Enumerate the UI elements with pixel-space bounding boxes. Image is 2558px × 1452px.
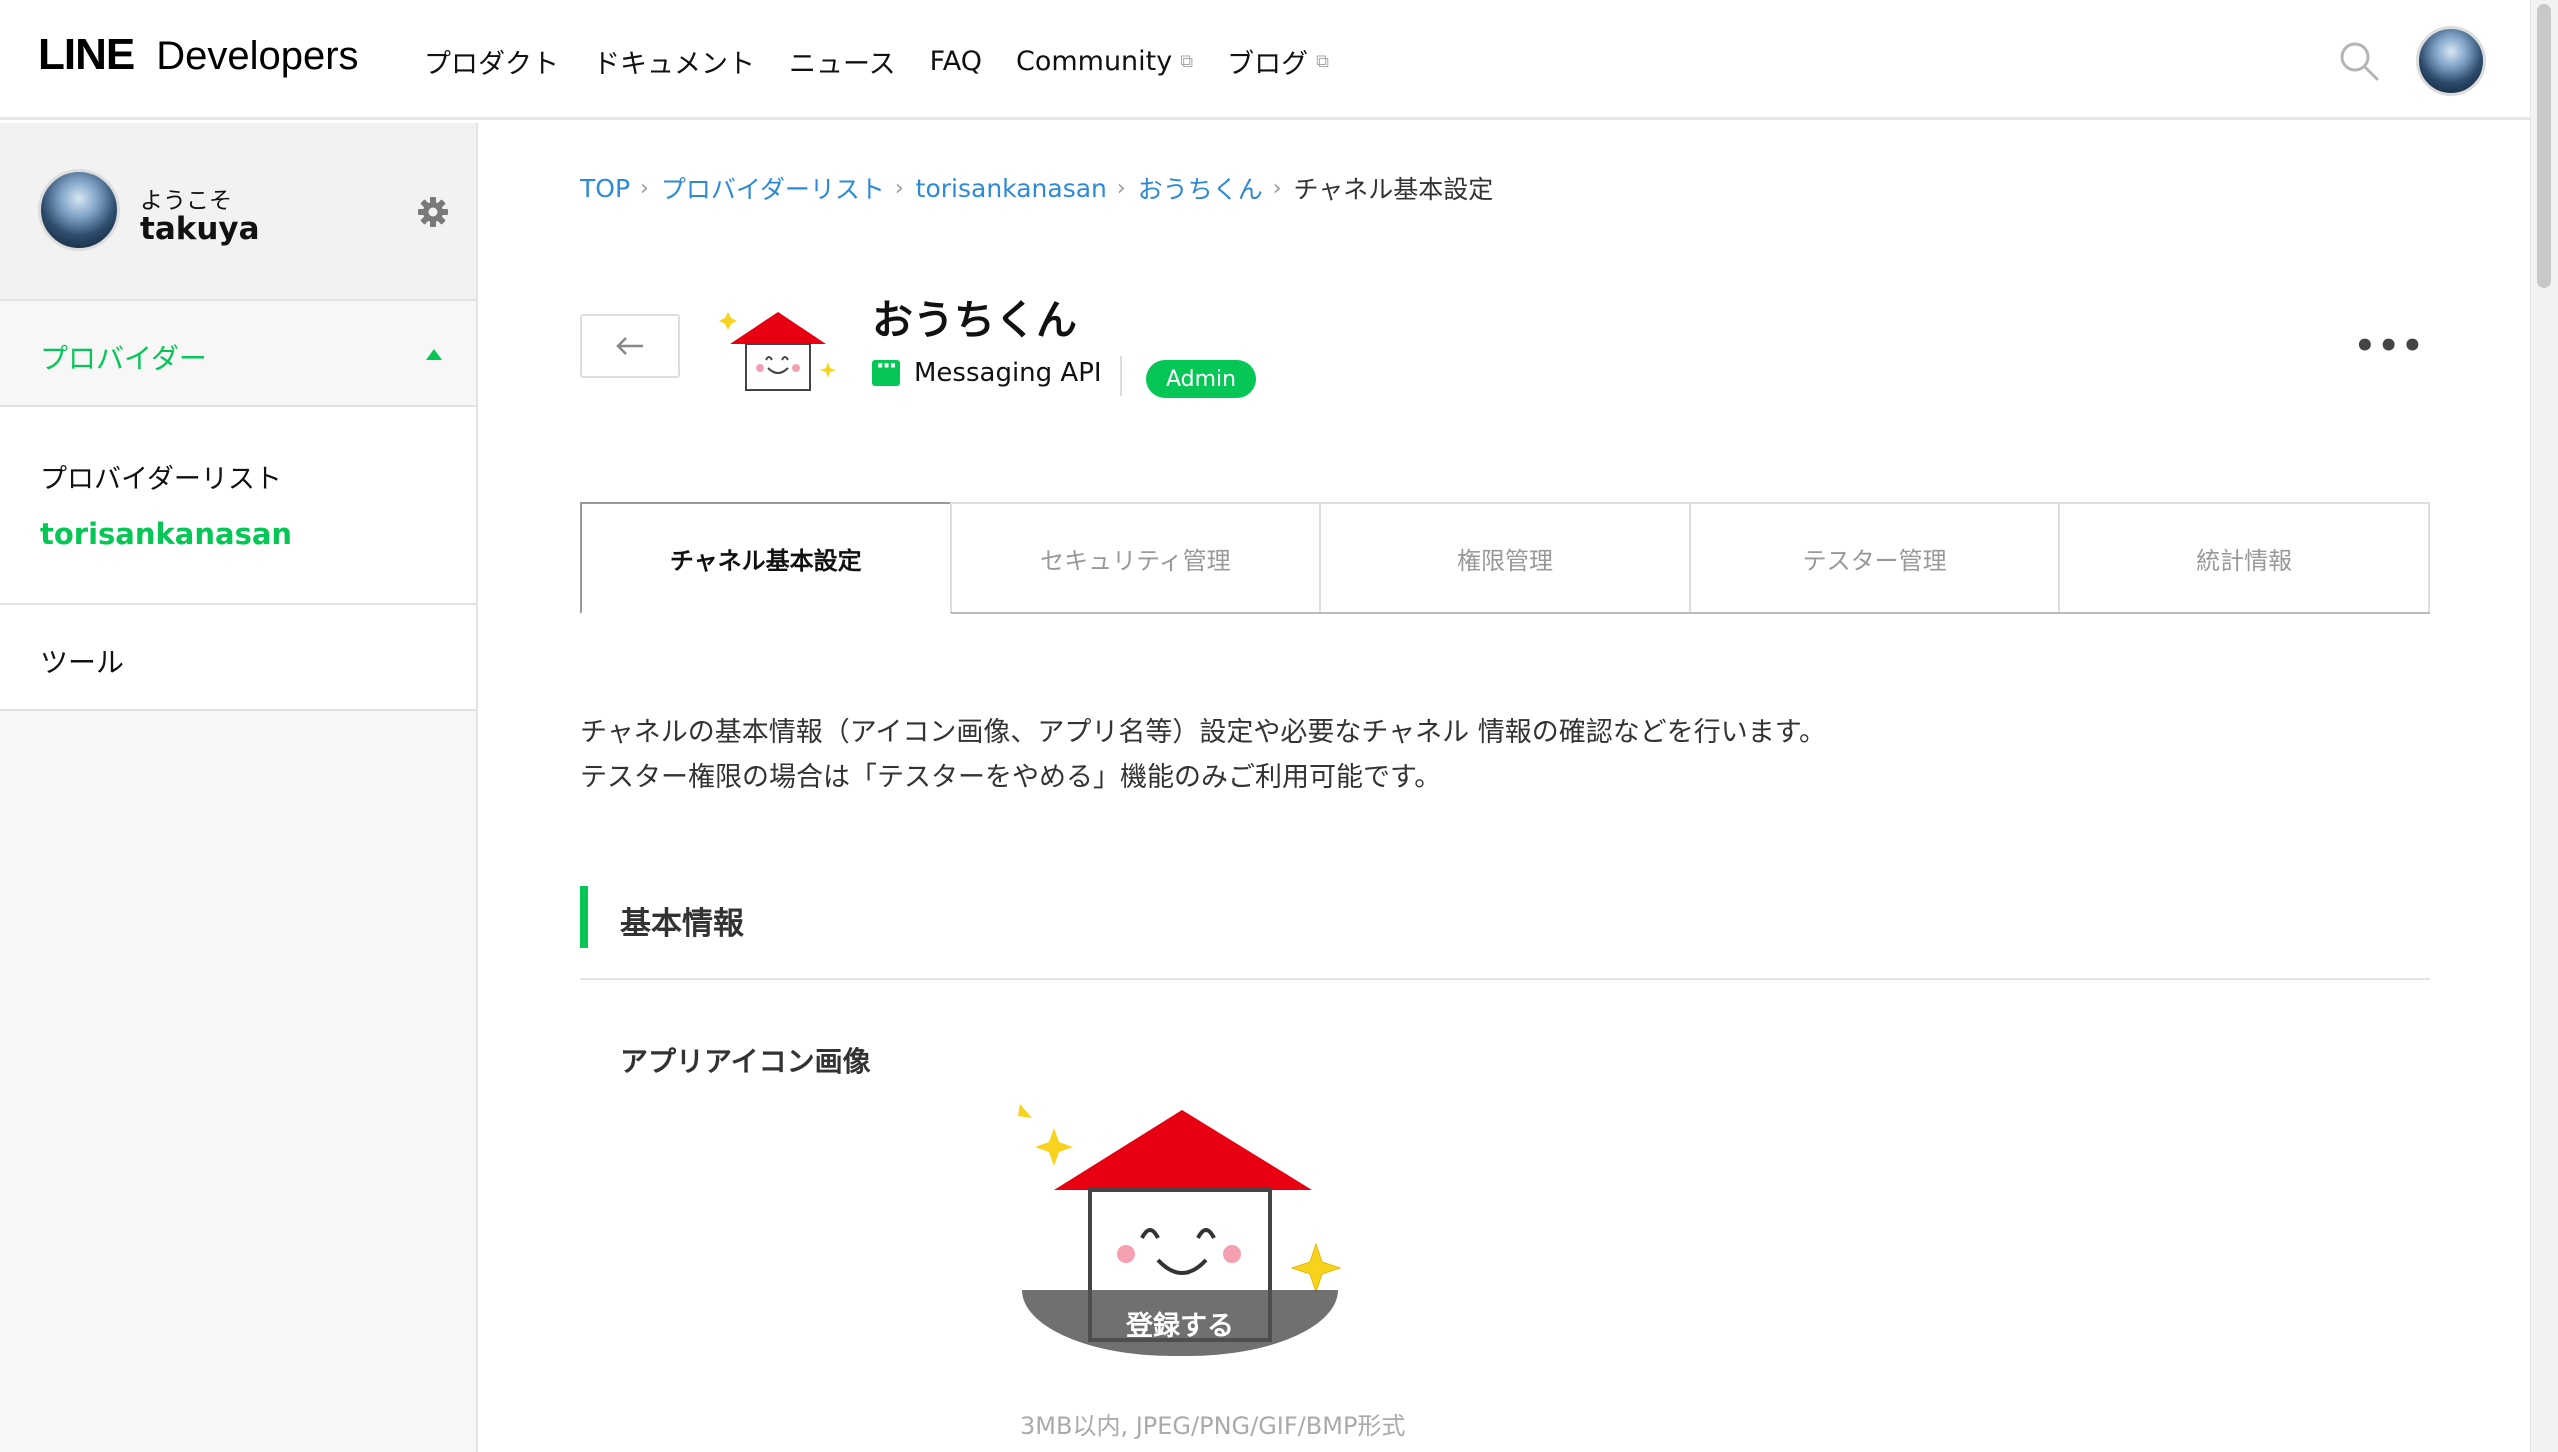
breadcrumb-provider[interactable]: torisankanasan: [916, 174, 1107, 203]
nav-products-label: プロダクト: [424, 49, 559, 80]
divider: [1120, 356, 1122, 396]
back-button[interactable]: [580, 314, 680, 378]
app-icon-upload[interactable]: 登録する: [1010, 1096, 1350, 1366]
section-basic-info: 基本情報: [580, 886, 2430, 980]
sidebar-item-tools-label: ツール: [40, 646, 125, 679]
breadcrumb: TOP › プロバイダーリスト › torisankanasan › おうちくん › チ…: [580, 170, 1493, 206]
breadcrumb-channel[interactable]: おうちくん: [1138, 170, 1263, 206]
avatar: [38, 169, 120, 251]
description-line-2: テスター権限の場合は「テスターをやめる」機能のみご利用可能です。: [580, 762, 1442, 793]
role-badge: Admin: [1146, 360, 1257, 398]
chevron-right-icon: ›: [1116, 175, 1126, 201]
scrollbar-thumb[interactable]: [2537, 4, 2551, 288]
section-accent-bar: [580, 886, 588, 948]
sidebar: ようこそ takuya プロバイダー プロバイダーリスト torisankana…: [0, 123, 478, 1452]
tab-roles[interactable]: 権限管理: [1319, 502, 1691, 612]
top-navigation: LINE Developers プロダクト ドキュメント ニュース FAQ Co…: [0, 0, 2530, 120]
chevron-right-icon: ›: [894, 175, 904, 201]
search-icon[interactable]: [2338, 40, 2380, 82]
messaging-api-icon: [872, 354, 900, 386]
line-developers-logo[interactable]: LINE Developers: [38, 30, 359, 80]
breadcrumb-current: チャネル基本設定: [1293, 175, 1494, 204]
welcome-panel: ようこそ takuya: [0, 123, 476, 301]
page-scrollbar[interactable]: [2530, 0, 2558, 1452]
nav-community-label: Community: [1015, 46, 1173, 77]
nav-products[interactable]: プロダクト: [424, 42, 559, 81]
nav-blog-label: ブログ: [1227, 49, 1309, 80]
tab-basic-settings[interactable]: チャネル基本設定: [580, 502, 952, 614]
user-avatar[interactable]: [2416, 26, 2486, 96]
nav-faq[interactable]: FAQ: [930, 46, 982, 77]
chevron-right-icon: ›: [640, 175, 649, 201]
upload-button-label: 登録する: [1126, 1310, 1234, 1342]
nav-blog[interactable]: ブログ ⧉: [1227, 42, 1329, 81]
more-options-button[interactable]: •••: [2354, 326, 2425, 366]
nav-news-label: ニュース: [789, 49, 896, 80]
channel-type: Messaging API: [872, 354, 1102, 388]
upload-hint: 3MB以内, JPEG/PNG/GIF/BMP形式: [1020, 1412, 1406, 1440]
section-title: 基本情報: [620, 906, 744, 942]
tab-statistics[interactable]: 統計情報: [2058, 502, 2430, 612]
nav-news[interactable]: ニュース: [789, 42, 896, 81]
arrow-left-icon: [616, 337, 643, 355]
sidebar-provider-label: プロバイダー: [40, 342, 207, 375]
user-name: takuya: [140, 211, 260, 247]
caret-up-icon: [426, 349, 442, 360]
description-line-1: チャネルの基本情報（アイコン画像、アプリ名等）設定や必要なチャネル 情報の確認な…: [580, 717, 1826, 748]
welcome-label: ようこそ: [140, 188, 232, 214]
sidebar-provider-submenu: プロバイダーリスト torisankanasan: [0, 407, 476, 605]
page-description: チャネルの基本情報（アイコン画像、アプリ名等）設定や必要なチャネル 情報の確認な…: [580, 710, 1826, 800]
chevron-right-icon: ›: [1272, 175, 1282, 201]
channel-tabs: チャネル基本設定 セキュリティ管理 権限管理 テスター管理 統計情報: [580, 502, 2430, 614]
tab-testers[interactable]: テスター管理: [1688, 502, 2061, 612]
nav-community[interactable]: Community ⧉: [1016, 46, 1193, 77]
tab-security[interactable]: セキュリティ管理: [949, 502, 1322, 612]
sidebar-item-tools[interactable]: ツール: [0, 605, 476, 711]
channel-type-label: Messaging API: [914, 358, 1102, 388]
channel-name: おうちくん: [872, 296, 1077, 344]
sidebar-item-current-provider[interactable]: torisankanasan: [40, 517, 292, 551]
channel-icon: [719, 312, 836, 391]
breadcrumb-provider-list[interactable]: プロバイダーリスト: [661, 170, 885, 206]
main-nav: プロダクト ドキュメント ニュース FAQ Community ⧉ ブログ ⧉: [424, 42, 1363, 81]
external-link-icon: ⧉: [1180, 51, 1194, 72]
nav-documents-label: ドキュメント: [593, 49, 755, 80]
sidebar-provider-toggle[interactable]: プロバイダー: [0, 301, 476, 407]
gear-icon[interactable]: [416, 195, 450, 229]
app-icon-label: アプリアイコン画像: [620, 1045, 871, 1078]
nav-documents[interactable]: ドキュメント: [593, 42, 755, 81]
breadcrumb-top[interactable]: TOP: [580, 174, 630, 203]
external-link-icon: ⧉: [1316, 51, 1329, 72]
sidebar-item-provider-list[interactable]: プロバイダーリスト: [40, 457, 282, 496]
logo-line-text: LINE: [38, 30, 135, 79]
nav-faq-label: FAQ: [929, 46, 982, 77]
logo-developers-text: Developers: [156, 34, 359, 78]
